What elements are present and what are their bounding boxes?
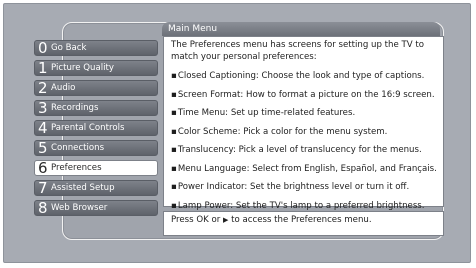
menu-item-number: 4 (38, 119, 48, 137)
menu-item-label: Assisted Setup (51, 183, 115, 193)
menu-item-number: 1 (38, 59, 48, 77)
feature-closed-captioning: Closed Captioning: Choose the look and t… (171, 71, 436, 83)
hint-text-before: Press OK or (171, 215, 224, 225)
menu-item-number: 0 (38, 39, 48, 57)
menu-item-assisted-setup[interactable]: 7 Assisted Setup (34, 180, 158, 196)
hint-panel: Press OK or ▶ to access the Preferences … (163, 211, 444, 236)
menu-item-audio[interactable]: 2 Audio (34, 80, 158, 96)
menu-item-connections[interactable]: 5 Connections (34, 140, 158, 156)
hint-text-after: to access the Preferences menu. (228, 215, 372, 225)
feature-screen-format: Screen Format: How to format a picture o… (171, 90, 436, 102)
description-panel: The Preferences menu has screens for set… (163, 36, 444, 211)
menu-item-number: 7 (38, 179, 48, 197)
menu-item-number: 8 (38, 199, 48, 217)
description-intro: The Preferences menu has screens for set… (171, 40, 424, 62)
menu-item-picture-quality[interactable]: 1 Picture Quality (34, 60, 158, 76)
menu-item-go-back[interactable]: 0 Go Back (34, 40, 158, 56)
menu-item-number: 6 (38, 159, 48, 177)
menu-item-web-browser[interactable]: 8 Web Browser (34, 200, 158, 216)
menu-item-number: 3 (38, 99, 48, 117)
feature-menu-language: Menu Language: Select from English, Espa… (171, 164, 437, 176)
menu-item-label: Audio (51, 83, 76, 93)
menu-item-label: Web Browser (51, 203, 108, 213)
menu-item-label: Connections (51, 143, 105, 153)
menu-item-parental-controls[interactable]: 4 Parental Controls (34, 120, 158, 136)
menu-item-label: Picture Quality (51, 63, 114, 73)
menu-item-preferences[interactable]: 6 Preferences (34, 160, 158, 176)
menu-item-label: Go Back (51, 43, 87, 53)
menu-item-label: Preferences (51, 163, 102, 173)
feature-time-menu: Time Menu: Set up time-related features. (171, 108, 436, 120)
preferences-feature-list: Closed Captioning: Choose the look and t… (171, 71, 437, 212)
menu-item-number: 5 (38, 139, 48, 157)
menu-item-label: Parental Controls (51, 123, 125, 133)
feature-translucency: Translucency: Pick a level of translucen… (171, 145, 436, 157)
menu-item-label: Recordings (51, 103, 99, 113)
menu-item-recordings[interactable]: 3 Recordings (34, 100, 158, 116)
feature-power-indicator: Power Indicator: Set the brightness leve… (171, 182, 436, 194)
menu-item-number: 2 (38, 79, 48, 97)
feature-color-scheme: Color Scheme: Pick a color for the menu … (171, 127, 436, 139)
menu-title: Main Menu (162, 22, 440, 36)
